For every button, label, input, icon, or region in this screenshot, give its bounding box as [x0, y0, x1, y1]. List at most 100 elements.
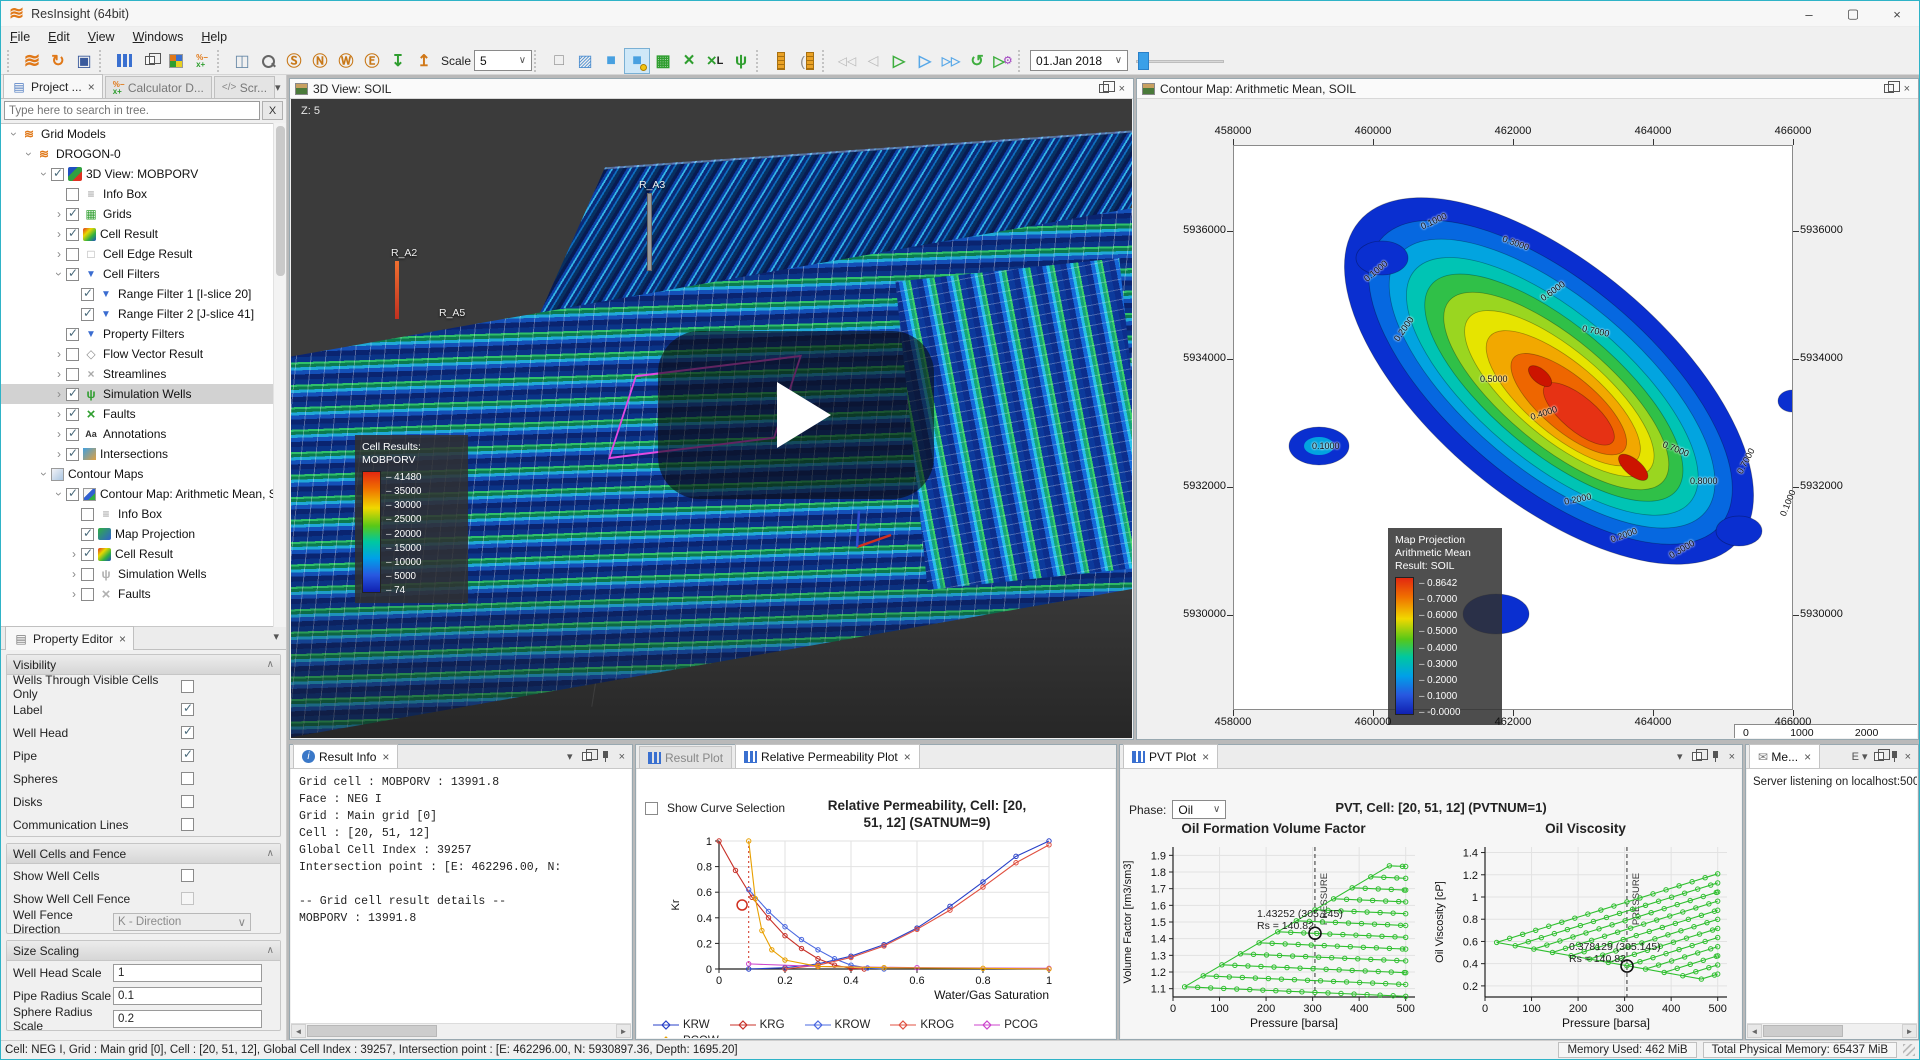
fault-labels-button[interactable]: ×L [702, 48, 728, 74]
tree-item[interactable]: ›≋Grid Models [1, 124, 286, 144]
animation-settings-button[interactable]: ▷⚙ [990, 48, 1016, 74]
tree-item[interactable]: ›▼Cell Filters [1, 264, 286, 284]
view3d-viewport[interactable]: Z: 5 R_A2R_A3R_A5 Cell Results: MOBPORV … [291, 99, 1132, 738]
measure-polyline-button[interactable]: ( [794, 48, 820, 74]
expander-icon[interactable]: › [52, 447, 66, 461]
legend-entry-krg[interactable]: KRG [730, 1019, 785, 1031]
tree-checkbox[interactable] [66, 228, 79, 241]
pin-icon[interactable] [1890, 750, 1899, 763]
open-plot-window-button[interactable] [111, 48, 137, 74]
property-input[interactable]: 0.1 [113, 987, 262, 1005]
tree-item[interactable]: ›×Faults [1, 404, 286, 424]
expander-icon[interactable]: › [67, 567, 81, 581]
close-icon[interactable]: × [382, 750, 389, 764]
tree-item[interactable]: ›≋DROGON-0 [1, 144, 286, 164]
menu-file[interactable]: File [1, 28, 39, 46]
animation-skip-to-end-button[interactable]: ▷▷ [938, 48, 964, 74]
close-icon[interactable]: × [1804, 750, 1811, 764]
animation-skip-to-start-button[interactable]: ◁◁ [834, 48, 860, 74]
expander-icon[interactable]: › [22, 147, 36, 161]
section-header[interactable]: Size Scaling∧ [7, 941, 280, 961]
menu-edit[interactable]: Edit [39, 28, 79, 46]
save-project-button[interactable]: ▣ [71, 48, 97, 74]
tree-checkbox[interactable] [81, 548, 94, 561]
tree-item[interactable]: ›3D View: MOBPORV [1, 164, 286, 184]
tree-checkbox[interactable] [81, 508, 94, 521]
expander-icon[interactable]: › [52, 487, 66, 501]
tree-item[interactable]: ›×Faults [1, 584, 286, 604]
tree-checkbox[interactable] [51, 168, 64, 181]
close-icon[interactable]: × [904, 750, 911, 764]
tab-calculator[interactable]: %−x+ Calculator D... [105, 76, 212, 98]
reload-case-button[interactable]: ↻ [45, 48, 71, 74]
tree-item[interactable]: ▼Range Filter 2 [J-slice 41] [1, 304, 286, 324]
view3d-title-bar[interactable]: 3D View: SOIL × [290, 79, 1133, 99]
tree-checkbox[interactable] [66, 448, 79, 461]
tree-checkbox[interactable] [66, 388, 79, 401]
maximize-button[interactable]: ▢ [1831, 1, 1875, 27]
animation-step-back-button[interactable]: ◁ [860, 48, 886, 74]
tree-checkbox[interactable] [81, 528, 94, 541]
video-play-button[interactable] [658, 331, 934, 499]
view-south-button[interactable]: Ⓢ [281, 48, 307, 74]
tree-checkbox[interactable] [66, 248, 79, 261]
expander-icon[interactable]: › [52, 347, 66, 361]
expander-icon[interactable]: › [67, 547, 81, 561]
view-east-button[interactable]: Ⓔ [359, 48, 385, 74]
dock-menu-icon[interactable]: ▾ [1677, 750, 1683, 763]
close-button[interactable]: × [1875, 1, 1919, 27]
property-checkbox[interactable] [181, 772, 194, 785]
close-icon[interactable]: × [88, 80, 95, 94]
horizontal-scrollbar[interactable]: ◄► [291, 1023, 631, 1038]
tab-relative-permeability-plot[interactable]: Relative Permeability Plot × [735, 744, 920, 768]
property-checkbox[interactable] [181, 869, 194, 882]
pin-icon[interactable] [601, 750, 610, 763]
tree-item[interactable]: ›◇Flow Vector Result [1, 344, 286, 364]
close-icon[interactable]: × [1202, 750, 1209, 764]
tree-item[interactable]: ›ψSimulation Wells [1, 384, 286, 404]
expander-icon[interactable]: › [52, 227, 66, 241]
contour-map-title-bar[interactable]: Contour Map: Arithmetic Mean, SOIL × [1137, 79, 1918, 99]
tree-item[interactable]: ›Intersections [1, 444, 286, 464]
legend-entry-pcog[interactable]: PCOG [974, 1019, 1038, 1031]
expander-icon[interactable]: › [37, 467, 51, 481]
property-checkbox[interactable] [181, 749, 194, 762]
tree-item[interactable]: ›Cell Result [1, 224, 286, 244]
tab-result-plot[interactable]: Result Plot [639, 746, 732, 768]
tree-item[interactable]: ›Cell Result [1, 544, 286, 564]
close-icon[interactable]: × [1905, 751, 1911, 763]
view-north-button[interactable]: Ⓝ [307, 48, 333, 74]
zoom-all-button[interactable] [255, 48, 281, 74]
tree-scrollbar[interactable] [273, 123, 286, 627]
calculator-button[interactable]: %−x+ [189, 48, 215, 74]
tree-item[interactable]: ›□Cell Edge Result [1, 244, 286, 264]
property-checkbox[interactable] [181, 892, 194, 905]
pin-icon[interactable] [1711, 750, 1720, 763]
property-select[interactable]: K - Direction∨ [113, 913, 251, 931]
close-icon[interactable]: × [1119, 83, 1125, 95]
property-input[interactable]: 1 [113, 964, 262, 982]
show-faults-button[interactable]: × [676, 48, 702, 74]
float-window-icon[interactable] [1874, 752, 1884, 761]
well-disk-results-button[interactable]: ψ [728, 48, 754, 74]
property-input[interactable]: 0.2 [113, 1010, 262, 1028]
dock-menu-icon[interactable]: ▾ [567, 750, 573, 763]
timestep-slider[interactable] [1136, 51, 1224, 71]
tree-item[interactable]: ≡Info Box [1, 184, 286, 204]
contour-map-canvas[interactable]: 0.10000.10000.30000.20000.60000.70000.50… [1138, 99, 1917, 738]
expander-icon[interactable]: › [52, 247, 66, 261]
close-icon[interactable]: × [119, 632, 126, 646]
window-layout-button[interactable] [137, 48, 163, 74]
close-icon[interactable]: × [1729, 751, 1735, 763]
tree-checkbox[interactable] [81, 288, 94, 301]
tree-checkbox[interactable] [81, 308, 94, 321]
tree-item[interactable]: ›AaAnnotations [1, 424, 286, 444]
tree-item[interactable]: ›▦Grids [1, 204, 286, 224]
close-icon[interactable]: × [619, 751, 625, 763]
view-up-button[interactable]: ↥ [411, 48, 437, 74]
view-west-button[interactable]: Ⓦ [333, 48, 359, 74]
expander-icon[interactable]: › [52, 387, 66, 401]
legend-entry-krog[interactable]: KROG [890, 1019, 954, 1031]
tree-item[interactable]: ›ψSimulation Wells [1, 564, 286, 584]
expander-icon[interactable]: › [67, 587, 81, 601]
